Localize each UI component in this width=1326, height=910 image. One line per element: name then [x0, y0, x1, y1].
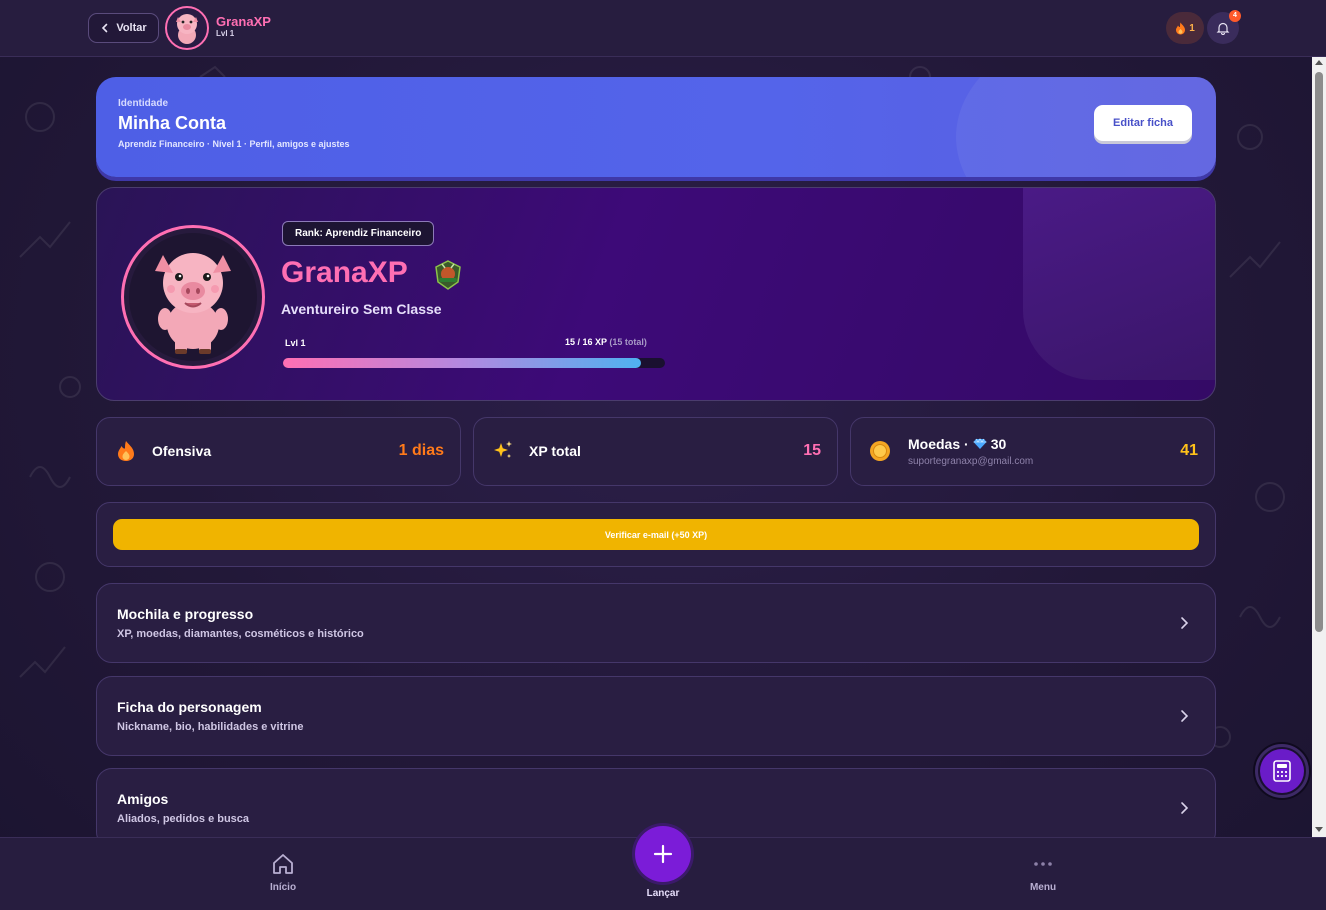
account-header: Identidade Minha Conta Aprendiz Financei…: [96, 77, 1216, 177]
coins-stat-card[interactable]: Moedas · 30 suportegranaxp@gmail.com 41: [850, 417, 1215, 486]
scrollbar[interactable]: [1312, 57, 1326, 837]
profile-name: GranaXP: [281, 256, 408, 289]
verify-email-card: Verificar e-mail (+50 XP): [96, 502, 1216, 567]
streak-stat-card[interactable]: Ofensiva 1 dias: [96, 417, 461, 486]
more-dots-icon: [1034, 862, 1052, 866]
menu-item-subtitle: Nickname, bio, habilidades e vitrine: [117, 721, 304, 733]
rank-badge: Rank: Aprendiz Financeiro: [282, 221, 435, 246]
streak-value: 1 dias: [398, 442, 444, 459]
guild-emblem-icon: [435, 260, 461, 290]
bell-icon: [1216, 22, 1230, 35]
xp-count: 15 / 16 XP (15 total): [565, 337, 647, 347]
back-label: Voltar: [116, 22, 147, 34]
back-button[interactable]: Voltar: [88, 13, 159, 43]
account-email: suportegranaxp@gmail.com: [908, 456, 1034, 467]
home-icon: [273, 854, 293, 874]
xp-total-label: XP total: [529, 443, 581, 459]
coins-header: Moedas · 30: [908, 436, 1006, 452]
top-bar: Voltar GranaXP Lvl 1 1 4: [0, 0, 1326, 57]
menu-item-title: Ficha do personagem: [117, 699, 262, 715]
brand-name: GranaXP: [216, 14, 271, 29]
flame-icon: [118, 441, 134, 461]
xp-progress-fill: [283, 358, 642, 368]
menu-item-backpack[interactable]: Mochila e progresso XP, moedas, diamante…: [96, 583, 1216, 663]
menu-item-subtitle: XP, moedas, diamantes, cosméticos e hist…: [117, 628, 364, 640]
profile-class: Aventureiro Sem Classe: [281, 301, 442, 317]
streak-button[interactable]: 1: [1166, 12, 1204, 44]
coin-icon: [870, 441, 890, 461]
chevron-right-icon: [1181, 617, 1189, 629]
xp-current: 15 / 16 XP: [565, 337, 607, 347]
menu-item-title: Amigos: [117, 791, 169, 807]
header-kicker: Identidade: [118, 98, 169, 109]
coins-label: Moedas ·: [908, 436, 969, 452]
xp-total: (15 total): [609, 337, 647, 347]
scroll-down-arrow[interactable]: [1315, 827, 1323, 832]
header-subtitle: Aprendiz Financeiro · Nível 1 · Perfil, …: [118, 139, 350, 149]
nav-launch-label: Lançar: [646, 888, 680, 899]
profile-card-decoration: [1023, 188, 1215, 380]
xp-total-value: 15: [803, 442, 821, 459]
streak-count: 1: [1189, 22, 1195, 34]
plus-icon: [653, 844, 673, 864]
brand-level: Lvl 1: [216, 29, 235, 38]
calculator-button[interactable]: [1255, 744, 1309, 798]
brand: GranaXP Lvl 1: [216, 15, 271, 39]
avatar[interactable]: [165, 6, 209, 50]
diamonds-value: 30: [990, 436, 1007, 452]
notification-badge: 4: [1229, 10, 1241, 22]
xp-stat-card[interactable]: XP total 15: [473, 417, 838, 486]
diamond-icon: [973, 438, 987, 449]
pig-mascot-icon: [176, 14, 198, 44]
chevron-right-icon: [1181, 710, 1189, 722]
xp-level-label: Lvl 1: [285, 338, 306, 348]
edit-profile-button[interactable]: Editar ficha: [1094, 105, 1192, 141]
calculator-icon: [1273, 760, 1291, 782]
coins-value: 41: [1180, 442, 1198, 459]
xp-progress-bar: [283, 358, 665, 368]
menu-item-subtitle: Aliados, pedidos e busca: [117, 813, 250, 825]
scroll-up-arrow[interactable]: [1315, 60, 1323, 65]
menu-item-title: Mochila e progresso: [117, 606, 254, 622]
profile-avatar[interactable]: [121, 225, 265, 369]
nav-home-label: Início: [269, 882, 297, 893]
profile-card: Rank: Aprendiz Financeiro GranaXP Aventu…: [96, 187, 1216, 401]
page-title: Minha Conta: [118, 113, 226, 133]
chevron-left-icon: [102, 23, 108, 33]
nav-menu-label: Menu: [1029, 882, 1057, 893]
launch-button[interactable]: [635, 826, 691, 882]
verify-email-button[interactable]: Verificar e-mail (+50 XP): [113, 519, 1199, 550]
streak-label: Ofensiva: [152, 443, 212, 459]
nav-item-menu[interactable]: Menu: [1003, 852, 1083, 893]
nav-item-home[interactable]: Início: [243, 852, 323, 893]
pig-mascot-icon: [155, 253, 231, 354]
scroll-thumb[interactable]: [1315, 72, 1323, 632]
menu-item-character-sheet[interactable]: Ficha do personagem Nickname, bio, habil…: [96, 676, 1216, 756]
flame-icon: [1176, 22, 1186, 34]
chevron-right-icon: [1181, 802, 1189, 814]
sparkles-icon: [494, 441, 512, 458]
